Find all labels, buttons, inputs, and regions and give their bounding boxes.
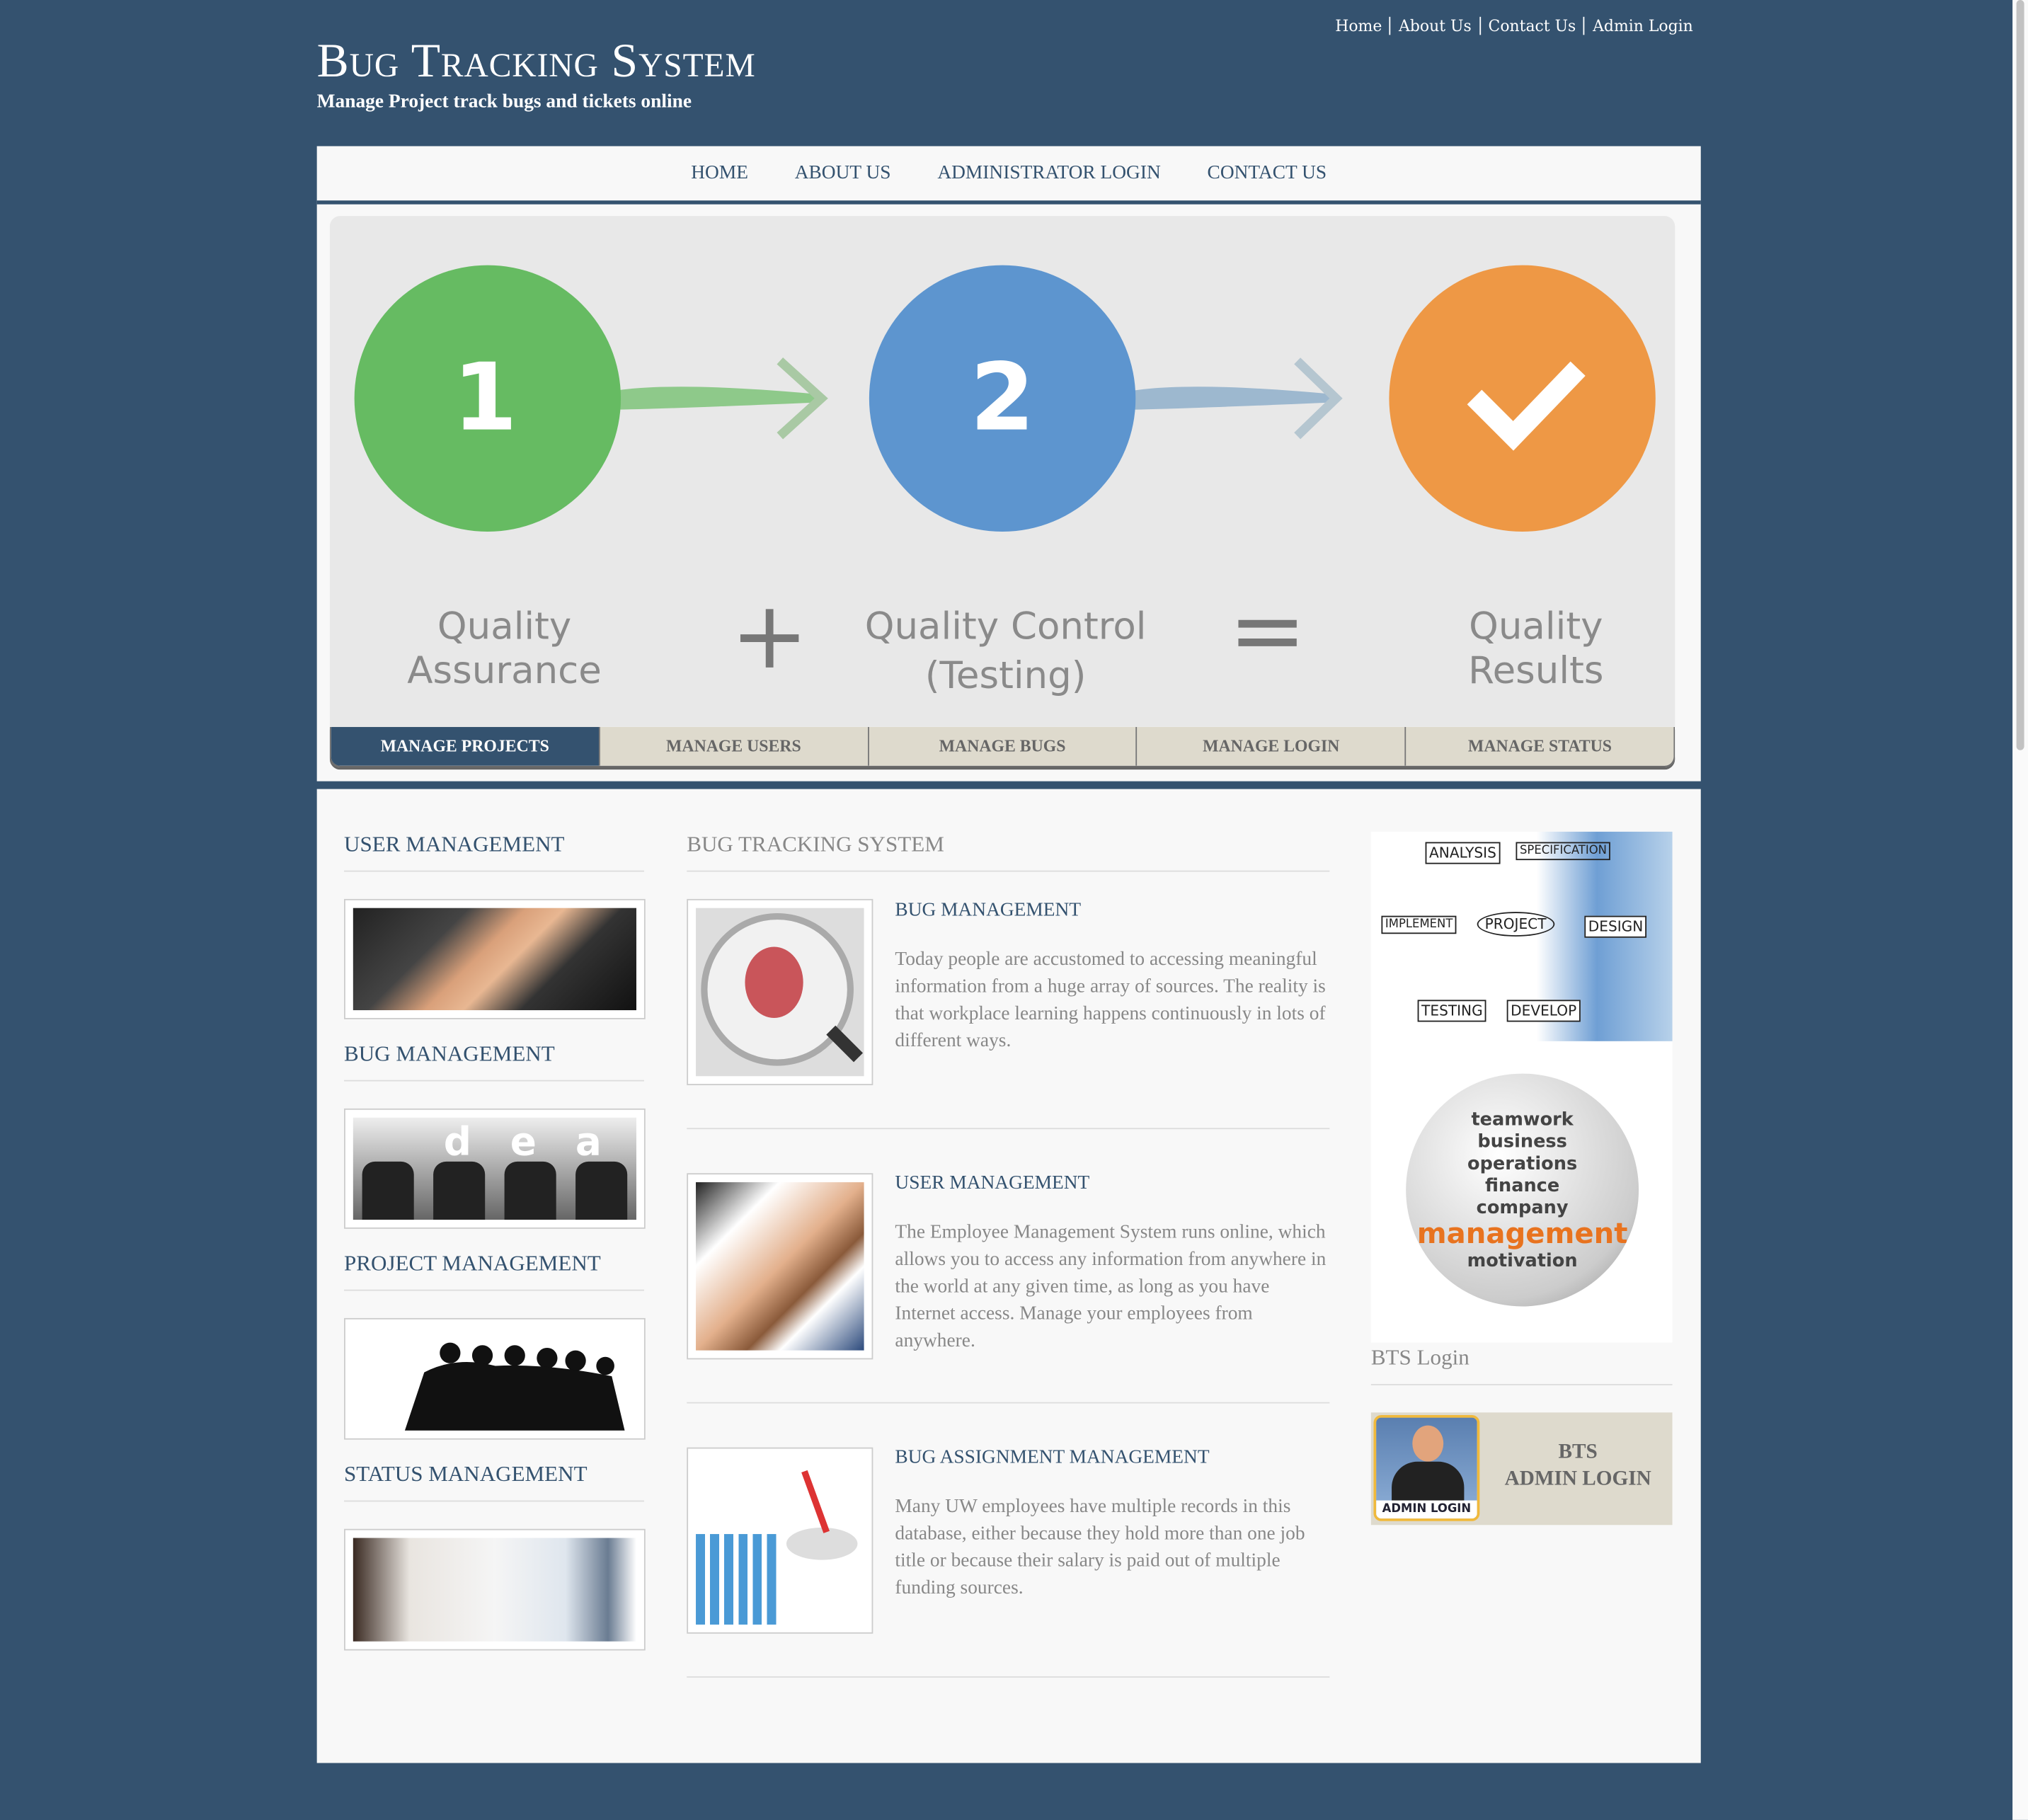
sphere-word: finance: [1485, 1175, 1560, 1197]
item-title-user-management: USER MANAGEMENT: [895, 1173, 1090, 1194]
idea-image: d e a: [344, 1108, 646, 1229]
scrollbar-thumb[interactable]: [2016, 0, 2024, 750]
sphere-word: teamwork: [1471, 1109, 1574, 1131]
admin-login-card[interactable]: ADMIN LOGIN BTS ADMIN LOGIN: [1370, 1412, 1673, 1526]
testing-label: (Testing): [924, 653, 1087, 697]
tab-manage-users[interactable]: MANAGE USERS: [598, 726, 868, 766]
hands-together-image: [687, 1173, 873, 1360]
diagram-label: PROJECT: [1477, 912, 1554, 937]
sphere-word: business: [1477, 1131, 1567, 1153]
item-text-user-management: The Employee Management System runs onli…: [895, 1222, 1327, 1352]
heading-status-management: STATUS MANAGEMENT: [344, 1462, 644, 1502]
management-sphere-image: teamwork business operations finance com…: [1370, 1041, 1673, 1343]
diagram-label: DEVELOP: [1506, 1000, 1581, 1022]
tab-manage-bugs[interactable]: MANAGE BUGS: [867, 726, 1136, 766]
divider: [687, 1128, 1330, 1130]
quality-banner: 1 2 Quality Assurance + Quality Control …: [329, 216, 1675, 727]
item-text-bug-assignment: Many UW employees have multiple records …: [895, 1496, 1305, 1599]
step-3-circle: [1389, 265, 1656, 532]
top-links: Home About Us Contact Us Admin Login: [1327, 16, 1701, 35]
sphere-word: motivation: [1467, 1250, 1578, 1272]
silhouette-graphic: [404, 1342, 625, 1431]
plus-sign: +: [731, 580, 809, 689]
banner-section: 1 2 Quality Assurance + Quality Control …: [316, 204, 1701, 782]
step-2-number: 2: [970, 344, 1035, 452]
main-content: USER MANAGEMENT BUG MANAGEMENT d e a PRO…: [316, 789, 1701, 1763]
diagram-label: ANALYSIS: [1425, 842, 1501, 864]
equals-sign: =: [1228, 576, 1307, 685]
nav-about[interactable]: ABOUT US: [795, 162, 891, 184]
divider: [687, 1402, 1330, 1404]
quality-assurance-label: Quality Assurance: [407, 604, 602, 692]
site-subtitle: Manage Project track bugs and tickets on…: [316, 91, 692, 113]
tab-manage-status[interactable]: MANAGE STATUS: [1404, 726, 1674, 766]
item-title-bug-management: BUG MANAGEMENT: [895, 900, 1082, 921]
quality-control-label: Quality Control: [864, 604, 1147, 648]
sphere-word: operations: [1467, 1153, 1578, 1175]
project-diagram-image: ANALYSIS SPECIFICATION IMPLEMENT PROJECT…: [1370, 831, 1673, 1041]
heading-user-management: USER MANAGEMENT: [344, 832, 644, 872]
idea-letter: a: [575, 1120, 602, 1166]
management-tabs: MANAGE PROJECTS MANAGE USERS MANAGE BUGS…: [329, 726, 1675, 767]
sphere-word: management: [1416, 1218, 1628, 1251]
quality-results-label: Quality Results: [1468, 604, 1604, 692]
item-text-bug-management: Today people are accustomed to accessing…: [895, 949, 1326, 1052]
hands-image: [344, 898, 646, 1019]
meeting-image: [344, 1528, 646, 1651]
divider: [687, 1676, 1330, 1678]
item-title-bug-assignment: BUG ASSIGNMENT MANAGEMENT: [895, 1447, 1210, 1468]
nav-admin-login[interactable]: ADMINISTRATOR LOGIN: [937, 162, 1160, 184]
sphere-word: company: [1476, 1197, 1569, 1219]
main-nav: HOME ABOUT US ADMINISTRATOR LOGIN CONTAC…: [316, 146, 1701, 205]
step-1-number: 1: [452, 344, 517, 452]
idea-letter: e: [510, 1120, 537, 1166]
team-silhouette-image: [344, 1317, 646, 1440]
arrow-2-line: [1106, 387, 1336, 411]
diagram-label: SPECIFICATION: [1516, 842, 1611, 861]
bug-magnifier-image: [687, 898, 873, 1086]
idea-letter: d: [443, 1120, 471, 1166]
heading-project-management: PROJECT MANAGEMENT: [344, 1251, 644, 1291]
admin-badge-label: ADMIN LOGIN: [1376, 1500, 1477, 1519]
arrow-1-line: [588, 387, 822, 411]
admin-avatar-icon: ADMIN LOGIN: [1373, 1414, 1480, 1521]
diagram-label: DESIGN: [1584, 915, 1647, 938]
top-link-contact[interactable]: Contact Us: [1479, 16, 1584, 35]
top-link-admin-login[interactable]: Admin Login: [1583, 16, 1700, 35]
admin-login-line1: BTS: [1558, 1441, 1598, 1463]
diagram-label: IMPLEMENT: [1381, 915, 1457, 934]
heading-bug-management: BUG MANAGEMENT: [344, 1041, 644, 1082]
admin-login-line2: ADMIN LOGIN: [1504, 1467, 1651, 1490]
top-link-home[interactable]: Home: [1327, 17, 1390, 35]
tab-manage-projects[interactable]: MANAGE PROJECTS: [331, 726, 599, 766]
bts-login-heading: BTS Login: [1370, 1345, 1673, 1385]
center-heading: BUG TRACKING SYSTEM: [687, 832, 1330, 872]
site-title: Bug Tracking System: [316, 35, 756, 88]
assignment-image: [687, 1447, 873, 1634]
top-link-about[interactable]: About Us: [1390, 16, 1479, 35]
nav-home[interactable]: HOME: [691, 162, 748, 184]
tab-manage-login[interactable]: MANAGE LOGIN: [1135, 726, 1405, 766]
diagram-label: TESTING: [1417, 1000, 1487, 1022]
nav-contact[interactable]: CONTACT US: [1208, 162, 1327, 184]
